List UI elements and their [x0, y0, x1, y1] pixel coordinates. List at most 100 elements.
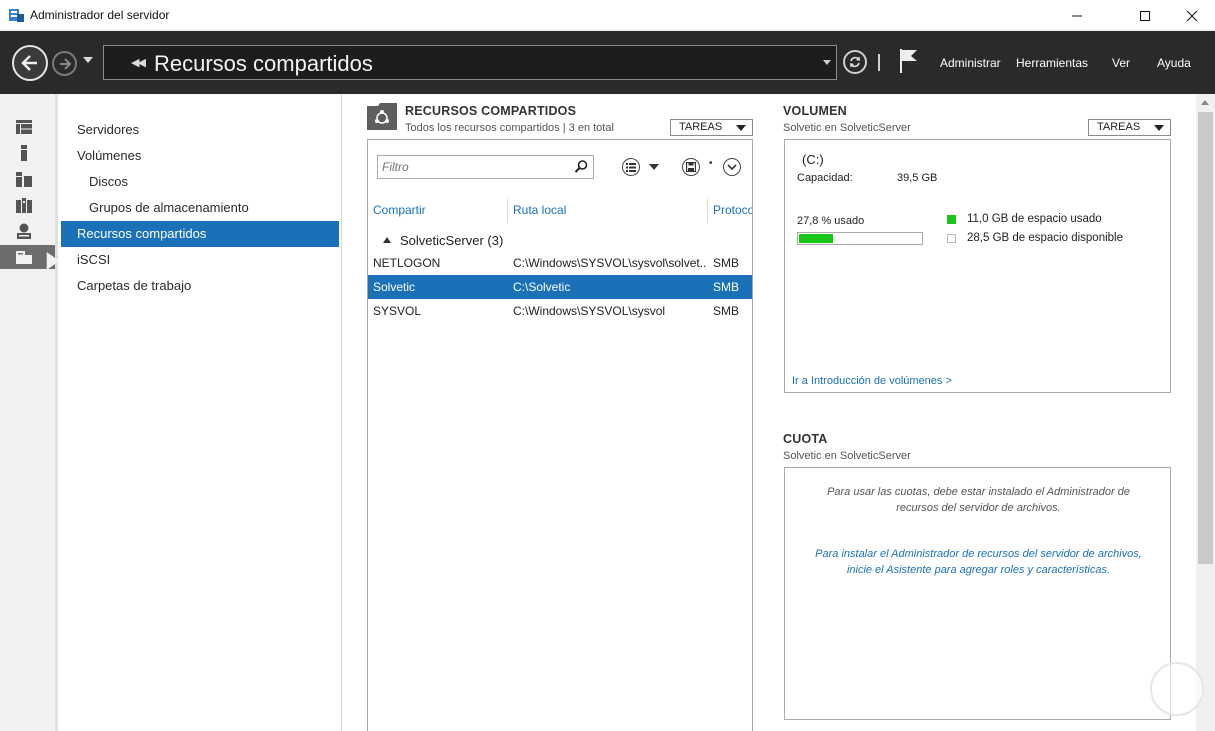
share-path: C:\Windows\SYSVOL\sysvol\solvet... — [513, 256, 706, 270]
quota-title: CUOTA — [783, 432, 828, 446]
shares-list-panel: • Compartir Ruta local Protoco SolveticS… — [367, 139, 753, 731]
dashboard-icon — [16, 120, 32, 134]
table-row[interactable]: SYSVOL C:\Windows\SYSVOL\sysvol SMB — [368, 299, 752, 323]
usage-bar-fill — [799, 234, 833, 243]
rail-item-file-storage[interactable] — [0, 193, 55, 217]
save-icon — [686, 162, 696, 172]
shares-tasks-label: TAREAS — [679, 121, 723, 133]
list-options-dropdown-icon[interactable] — [649, 164, 659, 170]
shares-subtitle: Todos los recursos compartidos | 3 en to… — [405, 122, 614, 134]
volume-subtitle: Solvetic en SolveticServer — [783, 122, 911, 134]
share-protocol: SMB — [713, 256, 740, 270]
server-manager-app-icon — [9, 9, 24, 22]
usage-bar — [797, 232, 923, 245]
quota-message-line1: Para usar las cuotas, debe estar instala… — [827, 486, 1130, 498]
used-legend-label: 11,0 GB de espacio usado — [967, 213, 1102, 225]
column-header-ruta-local[interactable]: Ruta local — [508, 199, 708, 223]
shares-tile-icon — [367, 103, 397, 130]
menu-ayuda[interactable]: Ayuda — [1157, 56, 1191, 70]
volume-title: VOLUMEN — [783, 104, 847, 118]
subnav-item-volumenes[interactable]: Volúmenes — [61, 143, 339, 169]
file-storage-subnav: Servidores Volúmenes Discos Grupos de al… — [61, 94, 342, 731]
capacity-value: 39,5 GB — [897, 172, 938, 184]
chevron-down-icon — [1154, 125, 1164, 131]
quota-install-link-line2[interactable]: inicie el Asistente para agregar roles y… — [785, 562, 1172, 578]
rail-item-local-server[interactable] — [0, 141, 55, 165]
subnav-item-discos[interactable]: Discos — [61, 169, 339, 195]
address-bar[interactable]: ◀◀ Recursos compartidos — [103, 45, 837, 80]
scrollbar-thumb[interactable] — [1198, 112, 1213, 564]
address-dropdown-icon[interactable] — [823, 60, 831, 65]
breadcrumb-chevrons-icon[interactable]: ◀◀ — [131, 56, 146, 69]
subnav-item-servidores[interactable]: Servidores — [61, 117, 339, 143]
share-protocol: SMB — [713, 304, 740, 318]
filter-input[interactable] — [382, 159, 572, 175]
subnav-item-grupos[interactable]: Grupos de almacenamiento — [61, 195, 339, 221]
arrow-right-icon — [59, 57, 71, 70]
share-path: C:\Solvetic — [513, 280, 571, 294]
filter-box[interactable] — [377, 155, 594, 179]
volume-tasks-dropdown[interactable]: TAREAS — [1088, 119, 1171, 136]
minimize-icon — [1072, 15, 1082, 16]
notifications-flag-icon[interactable] — [899, 48, 919, 74]
list-options-button[interactable] — [622, 158, 640, 176]
volumes-intro-link[interactable]: Ir a Introducción de volúmenes > — [792, 375, 952, 387]
breadcrumb: Recursos compartidos — [154, 51, 373, 76]
iis-icon — [17, 223, 31, 239]
subnav-item-recursos[interactable]: Recursos compartidos — [61, 221, 339, 247]
free-legend-swatch — [947, 234, 956, 243]
rail-item-dashboard[interactable] — [0, 115, 55, 139]
expand-button[interactable] — [723, 158, 741, 176]
share-name: SYSVOL — [373, 304, 422, 318]
collapse-triangle-icon[interactable] — [383, 237, 391, 243]
volume-panel: (C:) Capacidad: 39,5 GB 27,8 % usado 11,… — [784, 139, 1171, 393]
chevron-down-icon — [736, 125, 746, 131]
window-title: Administrador del servidor — [30, 8, 170, 22]
share-protocol: SMB — [713, 280, 740, 294]
forward-button[interactable] — [52, 51, 77, 76]
quota-panel: Para usar las cuotas, debe estar instala… — [784, 467, 1171, 720]
arrow-left-icon — [21, 55, 37, 71]
maximize-button[interactable] — [1122, 0, 1168, 31]
drive-label: (C:) — [802, 152, 824, 167]
refresh-button[interactable] — [843, 50, 867, 74]
vertical-scrollbar[interactable] — [1196, 94, 1215, 731]
subnav-item-iscsi[interactable]: iSCSI — [61, 247, 339, 273]
used-legend-swatch — [947, 215, 956, 224]
all-servers-icon — [16, 172, 32, 187]
used-percent-label: 27,8 % usado — [797, 215, 865, 227]
rail-item-iis[interactable] — [0, 219, 55, 243]
menu-ver[interactable]: Ver — [1112, 56, 1130, 70]
subnav-item-carpetas[interactable]: Carpetas de trabajo — [61, 273, 339, 299]
refresh-icon — [850, 56, 860, 68]
quota-install-link-line1[interactable]: Para instalar el Administrador de recurs… — [785, 546, 1172, 562]
back-button[interactable] — [12, 45, 48, 81]
minimize-button[interactable] — [1054, 0, 1100, 31]
chevron-down-icon — [727, 163, 737, 170]
menu-herramientas[interactable]: Herramientas — [1016, 56, 1088, 70]
search-icon[interactable] — [574, 159, 589, 174]
column-header-compartir[interactable]: Compartir — [368, 199, 508, 223]
save-dropdown-dot[interactable]: • — [709, 158, 713, 169]
close-button[interactable] — [1169, 0, 1215, 31]
expand-arrow-icon — [46, 252, 60, 270]
list-icon — [626, 162, 636, 172]
table-row[interactable]: Solvetic C:\Solvetic SMB — [368, 275, 752, 299]
watermark-logo — [1150, 662, 1204, 716]
navigation-bar: ◀◀ Recursos compartidos Administrar Herr… — [0, 31, 1215, 94]
icon-rail — [0, 94, 60, 731]
share-name: Solvetic — [373, 280, 416, 294]
volume-tasks-label: TAREAS — [1097, 121, 1141, 133]
table-row[interactable]: NETLOGON C:\Windows\SYSVOL\sysvol\solvet… — [368, 251, 752, 275]
maximize-icon — [1140, 10, 1150, 21]
column-header-protocolo[interactable]: Protoco — [708, 199, 752, 223]
shares-tasks-dropdown[interactable]: TAREAS — [670, 119, 753, 136]
scroll-up-arrow-icon[interactable] — [1201, 100, 1209, 105]
share-path: C:\Windows\SYSVOL\sysvol — [513, 304, 666, 318]
rail-item-all-servers[interactable] — [0, 167, 55, 191]
history-dropdown-icon[interactable] — [83, 57, 93, 64]
save-query-button[interactable] — [682, 158, 700, 176]
menu-administrar[interactable]: Administrar — [940, 56, 1001, 70]
group-row-server[interactable]: SolveticServer (3) — [368, 230, 752, 252]
rail-item-shares[interactable] — [0, 245, 60, 270]
